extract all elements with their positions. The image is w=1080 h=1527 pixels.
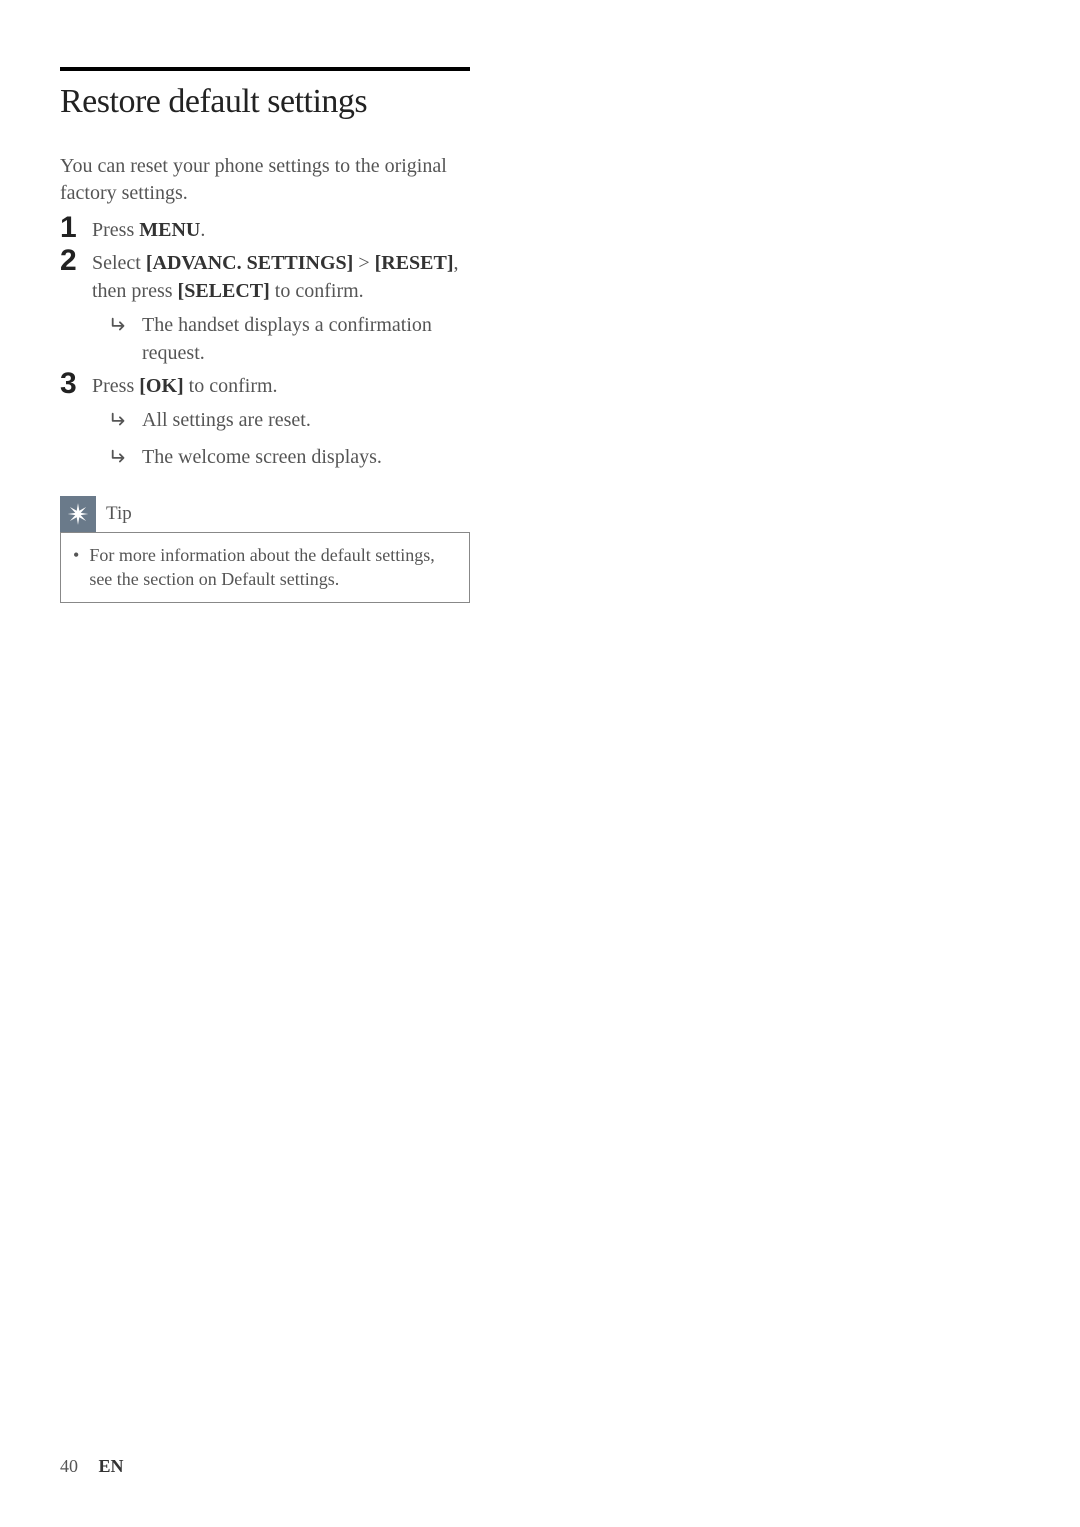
section-divider (60, 67, 470, 71)
ok-label: [OK] (139, 375, 183, 397)
step-result: The welcome screen displays. (110, 443, 480, 474)
tip-body: • For more information about the default… (60, 532, 470, 603)
step-result: All settings are reset. (110, 406, 480, 437)
step-number: 1 (60, 213, 92, 244)
step-result: The handset displays a confirmation requ… (110, 311, 480, 367)
result-arrow-icon (110, 311, 134, 367)
result-text: All settings are reset. (142, 406, 311, 437)
advanced-settings-label: [ADVANC. SETTINGS] (146, 252, 353, 274)
steps-list: 1 Press MENU. 2 Select [ADVANC. SETTINGS… (60, 213, 480, 474)
reset-label: [RESET] (375, 252, 454, 274)
step-item: 1 Press MENU. (60, 213, 480, 244)
step-number: 3 (60, 369, 92, 474)
step-body: Select [ADVANC. SETTINGS] > [RESET], the… (92, 246, 480, 367)
tip-label: Tip (106, 503, 132, 525)
language-code: EN (99, 1456, 124, 1476)
result-text: The handset displays a confirmation requ… (142, 311, 480, 367)
page-footer: 40 EN (60, 1456, 124, 1477)
step-body: Press MENU. (92, 213, 480, 244)
step-number: 2 (60, 246, 92, 367)
section-heading: Restore default settings (60, 83, 480, 121)
tip-callout: Tip • For more information about the def… (60, 496, 470, 603)
asterisk-icon (60, 496, 96, 532)
tip-header: Tip (60, 496, 470, 532)
bullet-icon: • (73, 543, 79, 592)
step-item: 3 Press [OK] to confirm. All settings ar… (60, 369, 480, 474)
select-label: [SELECT] (178, 280, 270, 302)
result-arrow-icon (110, 443, 134, 474)
step-item: 2 Select [ADVANC. SETTINGS] > [RESET], t… (60, 246, 480, 367)
manual-page-column: Restore default settings You can reset y… (0, 0, 540, 603)
page-number: 40 (60, 1456, 78, 1476)
intro-paragraph: You can reset your phone settings to the… (60, 153, 480, 207)
result-text: The welcome screen displays. (142, 443, 382, 474)
step-body: Press [OK] to confirm. All settings are … (92, 369, 480, 474)
result-arrow-icon (110, 406, 134, 437)
menu-label: MENU (139, 219, 200, 241)
tip-text: For more information about the default s… (89, 543, 457, 592)
